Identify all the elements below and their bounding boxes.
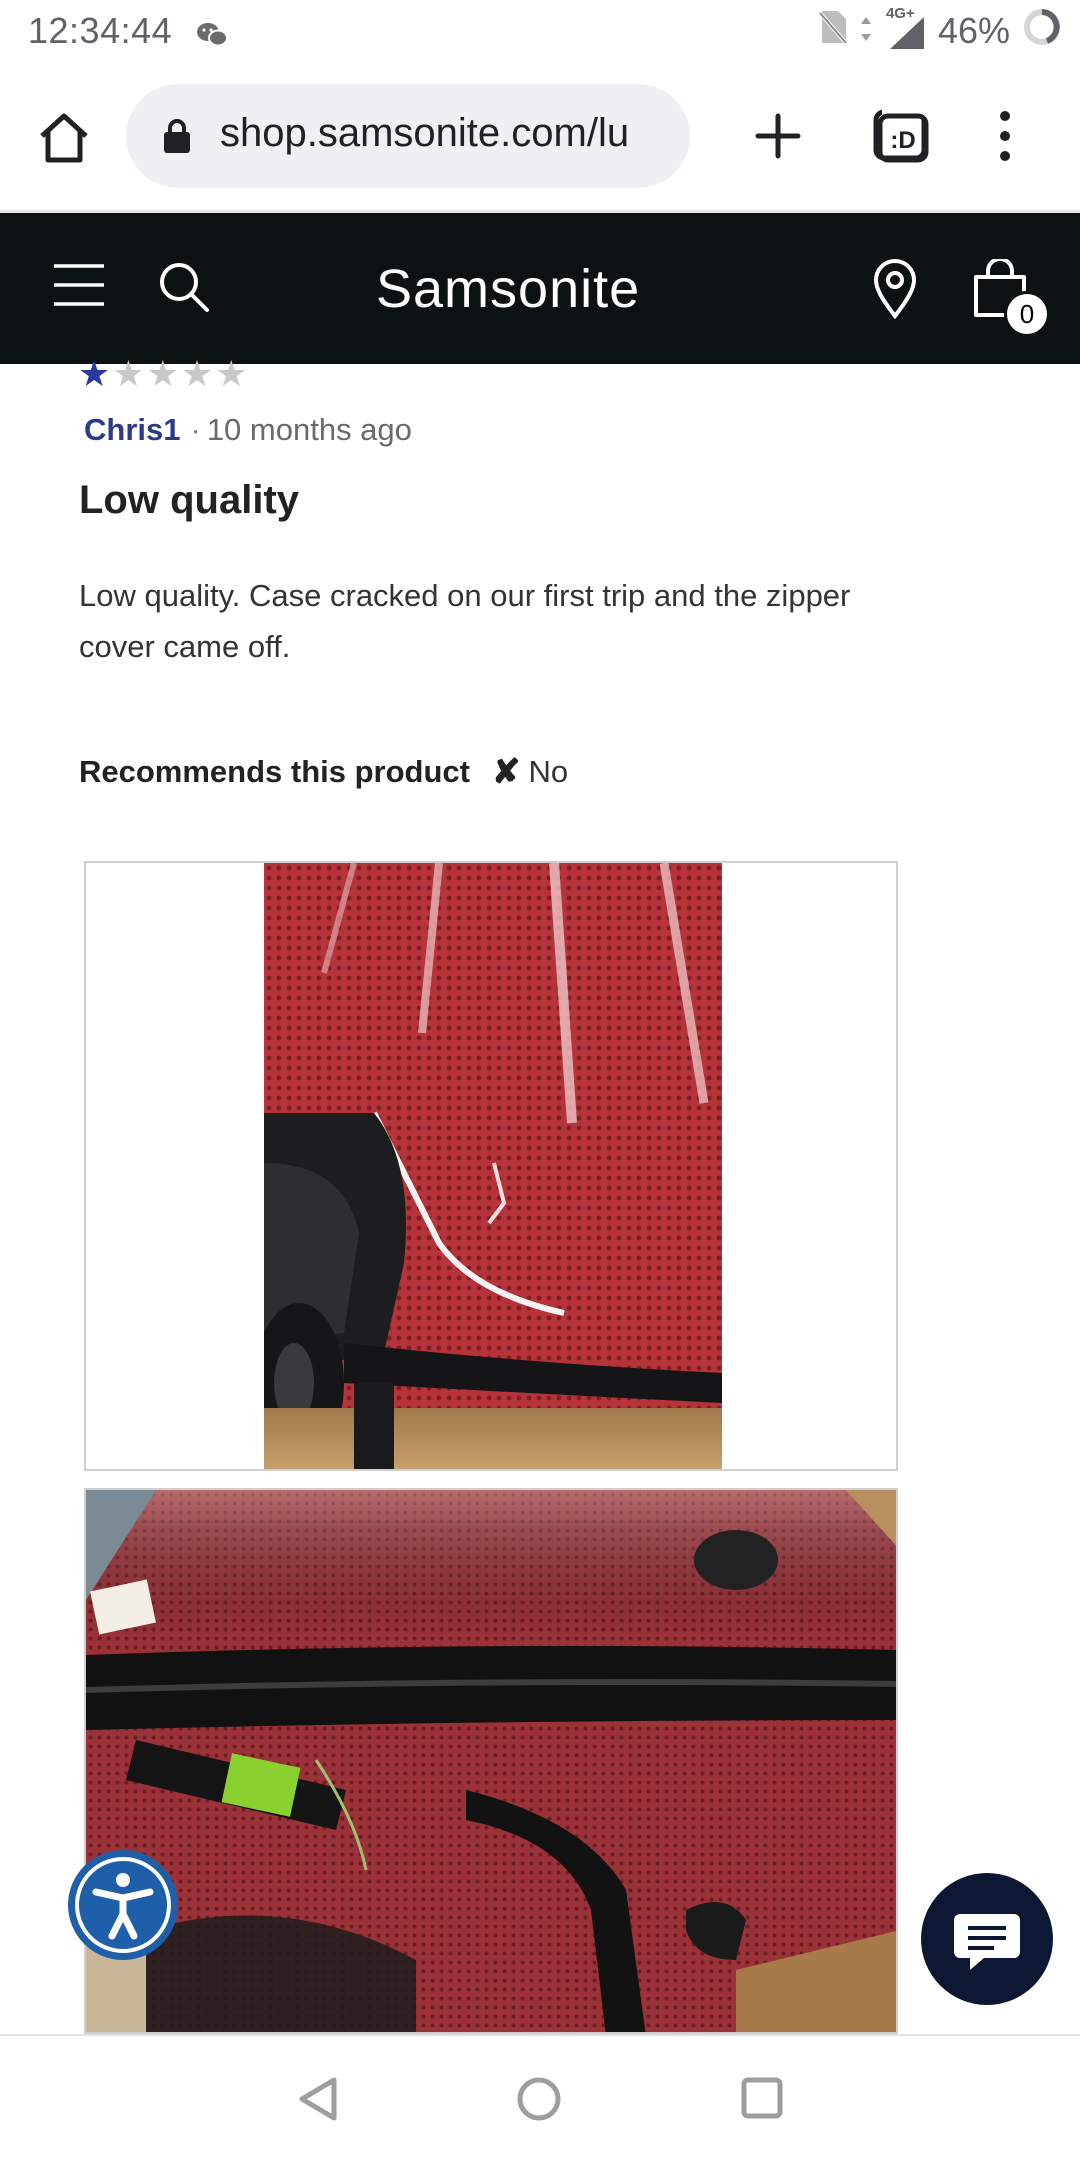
star-rating: ★ ★ ★ ★ ★: [78, 356, 247, 392]
wechat-notification-icon: [196, 16, 228, 58]
tab-switcher-icon[interactable]: :D: [872, 108, 930, 164]
status-time: 12:34:44: [28, 10, 173, 51]
battery-ring-icon: [1022, 7, 1062, 56]
star-empty-icon: ★: [215, 353, 248, 394]
network-type-label: 4G+: [885, 5, 915, 22]
review-photo[interactable]: [84, 861, 898, 1471]
recommend-value: No: [528, 754, 569, 789]
x-mark-icon: ✘: [492, 753, 521, 791]
samsonite-logo[interactable]: Samsonite: [376, 259, 706, 323]
review-body: Low quality. Case cracked on our first t…: [79, 578, 851, 664]
review-author[interactable]: Chris1: [84, 412, 180, 447]
status-indicators: 4G+ 46%: [818, 5, 1062, 56]
home-circle-icon[interactable]: [516, 2076, 562, 2127]
review-time: 10 months ago: [206, 412, 412, 447]
recommend-label: Recommends this product: [79, 754, 470, 789]
plus-icon[interactable]: [748, 106, 808, 166]
review-photo[interactable]: [84, 1488, 898, 2034]
hamburger-icon[interactable]: [52, 263, 106, 307]
data-arrows-icon: [860, 10, 872, 52]
status-bar: 12:34:44 4G+ 46%: [0, 0, 1080, 62]
review-meta: Chris1 · 10 months ago: [84, 412, 412, 448]
shopping-bag-icon[interactable]: 0: [970, 259, 1050, 337]
star-empty-icon: ★: [146, 353, 179, 394]
battery-percent: 46%: [937, 10, 1010, 51]
overflow-menu-icon[interactable]: [992, 106, 1018, 166]
no-sim-icon: [818, 9, 848, 54]
home-icon[interactable]: [34, 108, 94, 168]
recommendation: Recommends this product ✘ No: [79, 752, 568, 792]
url-text: shop.samsonite.com/lu: [220, 111, 630, 155]
site-header: Samsonite 0: [0, 213, 1080, 364]
accessibility-icon[interactable]: [66, 1848, 180, 1962]
system-nav-bar: [0, 2034, 1080, 2162]
search-icon[interactable]: [158, 261, 210, 313]
star-empty-icon: ★: [112, 353, 145, 394]
recents-square-icon[interactable]: [740, 2076, 784, 2125]
review-title: Low quality: [79, 478, 299, 522]
brand-wordmark: Samsonite: [376, 259, 640, 319]
cart-count-badge: 0: [1004, 291, 1050, 337]
broken-zipper-cover-photo: [86, 1490, 896, 2032]
signal-icon: 4G+: [884, 5, 926, 51]
back-triangle-icon[interactable]: [296, 2076, 340, 2127]
lock-icon: [162, 118, 192, 154]
chat-icon[interactable]: [920, 1872, 1054, 2006]
star-filled-icon: ★: [78, 353, 111, 394]
star-empty-icon: ★: [180, 353, 214, 394]
address-bar[interactable]: shop.samsonite.com/lu: [126, 84, 690, 188]
browser-toolbar: shop.samsonite.com/lu :D: [0, 62, 1080, 213]
meta-separator: ·: [190, 412, 201, 447]
svg-text::D: :D: [890, 127, 915, 154]
location-pin-icon[interactable]: [872, 259, 918, 320]
cracked-suitcase-photo: [264, 863, 722, 1469]
